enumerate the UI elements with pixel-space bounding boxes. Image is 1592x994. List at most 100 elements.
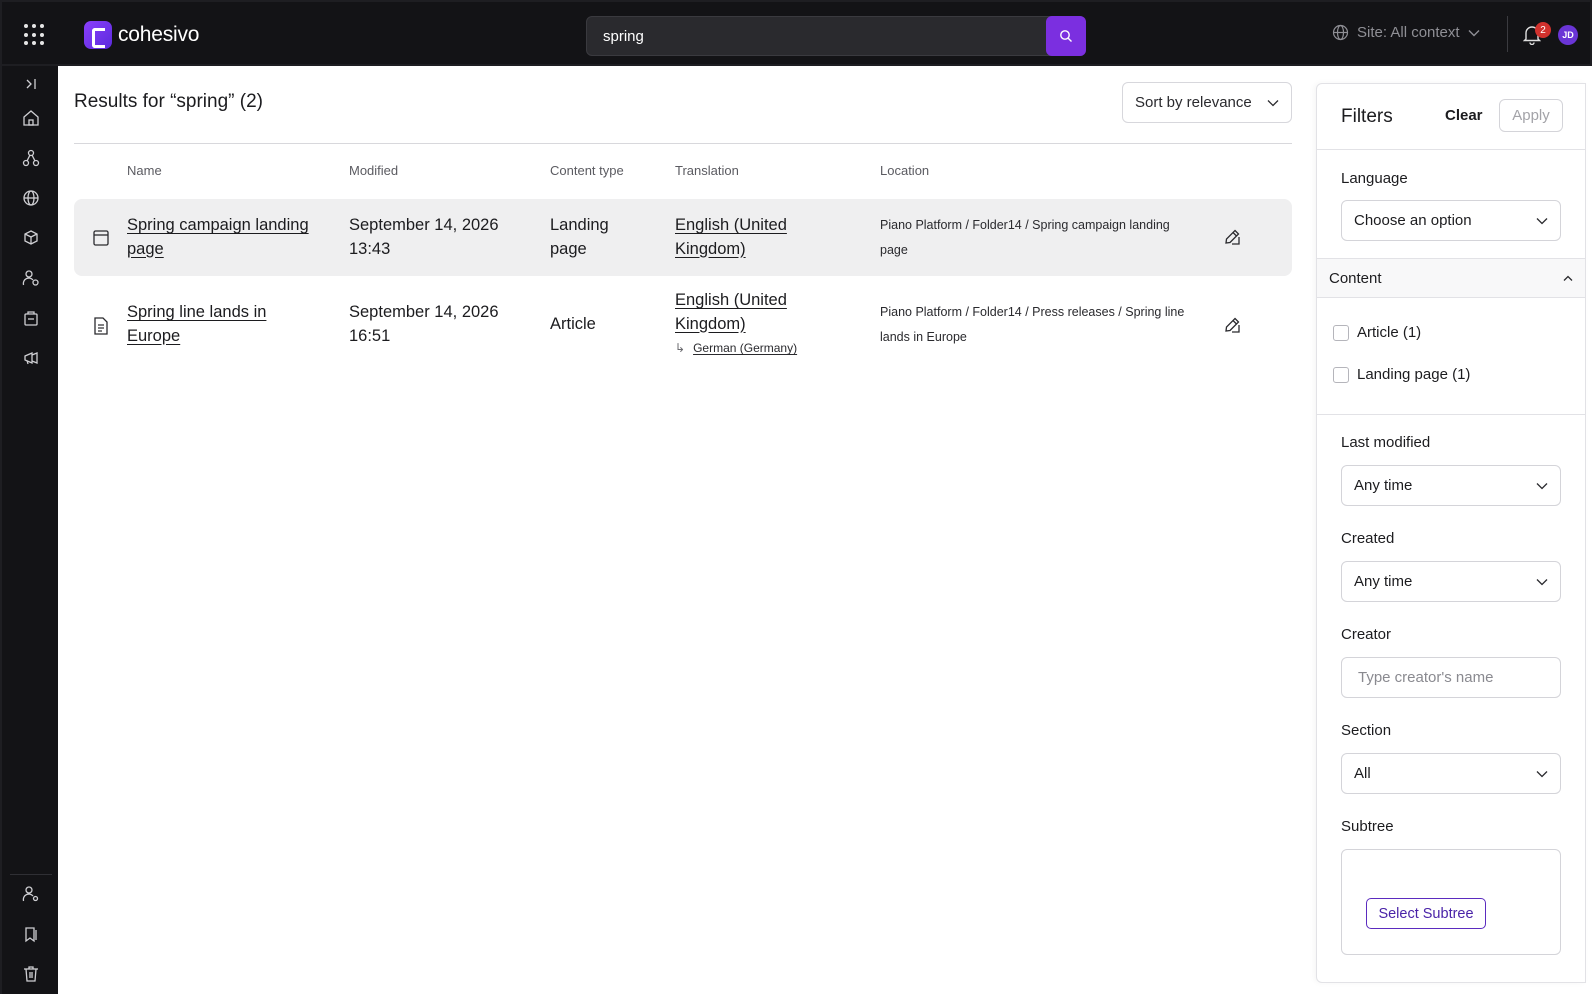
megaphone-icon[interactable] [21,348,41,368]
checkbox[interactable] [1333,366,1349,383]
filters-divider [1317,258,1585,259]
search-button[interactable] [1046,16,1086,56]
app-grid-icon[interactable] [24,24,46,46]
row-name-line: Spring line lands in [127,303,267,321]
subtree-container: Select Subtree [1341,849,1561,955]
column-header-translation[interactable]: Translation [675,163,739,178]
avatar[interactable]: JD [1558,25,1578,45]
row-location-line: lands in Europe [880,330,967,344]
column-header-modified[interactable]: Modified [349,163,398,178]
content-section-label: Content [1329,269,1382,287]
row-translation-line: Kingdom) [675,239,746,258]
search-icon [1060,30,1072,42]
row-modified-date: September 14, 2026 [349,303,499,321]
filters-divider [1317,149,1585,150]
chevron-down-icon [1468,29,1480,36]
checkbox[interactable] [1333,324,1349,341]
logo[interactable]: cohesivo [84,21,199,49]
section-select[interactable]: All [1341,753,1561,794]
personalization-icon[interactable] [21,268,41,288]
landing-page-icon [93,230,109,246]
row-content-type-line: Landing [550,216,609,234]
row-location: Piano Platform / Folder14 / Press releas… [880,300,1200,350]
row-modified-time: 16:51 [349,326,391,345]
top-bar: cohesivo Site: All context 2 JD [0,0,1592,66]
row-translation-link[interactable]: English (United Kingdom) [675,289,787,336]
page-title: Results for “spring” (2) [74,91,263,112]
row-translation-line: Kingdom) [675,314,746,333]
table-row[interactable]: Spring line lands in Europe September 14… [74,286,1292,372]
row-content-type: Article [550,315,596,333]
user-settings-icon[interactable] [21,884,41,904]
section-value: All [1354,765,1371,782]
last-modified-label: Last modified [1341,434,1431,451]
search-bar [586,16,1086,56]
row-location-line: page [880,243,908,257]
clear-filters-button[interactable]: Clear [1445,107,1483,124]
column-header-location[interactable]: Location [880,163,929,178]
main-content: Results for “spring” (2) Sort by relevan… [58,66,1314,994]
last-modified-select[interactable]: Any time [1341,465,1561,506]
row-modified-date: September 14, 2026 [349,216,499,234]
row-modified: September 14, 2026 16:51 [349,301,499,348]
logo-mark-icon [84,21,112,49]
column-header-content-type[interactable]: Content type [550,163,624,178]
header-divider [74,143,1292,144]
logo-text: cohesivo [118,23,200,46]
row-location: Piano Platform / Folder14 / Spring campa… [880,213,1200,263]
creator-label: Creator [1341,626,1392,643]
created-label: Created [1341,530,1395,547]
row-name-line: page [127,239,164,258]
chevron-down-icon [1536,482,1548,489]
content-option-article[interactable]: Article (1) [1333,324,1421,341]
select-subtree-button[interactable]: Select Subtree [1366,898,1486,929]
column-header-name[interactable]: Name [127,163,162,178]
chevron-down-icon [1536,770,1548,777]
row-location-line: Piano Platform / Folder14 / Press releas… [880,305,1185,319]
language-label: Language [1341,170,1408,187]
edit-icon[interactable] [1223,316,1241,334]
edit-icon[interactable] [1223,228,1241,246]
filters-title: Filters [1341,106,1393,127]
filters-panel: Filters Clear Apply Language Choose an o… [1316,83,1586,983]
language-select[interactable]: Choose an option [1341,200,1561,241]
site-context-select[interactable]: Site: All context [1332,24,1480,41]
sort-dropdown[interactable]: Sort by relevance [1122,82,1292,123]
table-row[interactable]: Spring campaign landing page September 1… [74,199,1292,276]
content-option-landing-page[interactable]: Landing page (1) [1333,366,1470,383]
row-translation-link[interactable]: English (United Kingdom) [675,214,787,261]
commerce-icon[interactable] [21,308,41,328]
row-location-line: Piano Platform / Folder14 / Spring campa… [880,218,1170,232]
row-name-link[interactable]: Spring campaign landing page [127,214,327,261]
row-name-link[interactable]: Spring line lands in Europe [127,301,327,348]
globe-icon [1332,24,1349,41]
row-modified: September 14, 2026 13:43 [349,214,499,261]
section-label: Section [1341,722,1392,739]
trash-icon[interactable] [21,964,41,984]
sub-translation: ↳ German (Germany) [675,341,797,355]
sub-translation-link[interactable]: German (Germany) [693,341,797,355]
row-name-line: Europe [127,326,181,345]
created-select[interactable]: Any time [1341,561,1561,602]
search-input[interactable] [603,17,1023,55]
filters-divider [1317,297,1585,298]
content-option-label: Article (1) [1357,324,1422,341]
row-content-type: Landing page [550,214,609,261]
content-section-toggle[interactable]: Content [1317,259,1585,297]
creator-input[interactable] [1341,657,1561,698]
chevron-down-icon [1536,578,1548,585]
sub-translation-arrow-icon: ↳ [675,341,686,355]
apply-filters-button[interactable]: Apply [1499,99,1563,132]
article-icon [94,317,108,335]
chevron-down-icon [1536,217,1548,224]
collapse-sidebar-icon[interactable] [21,74,41,94]
structure-icon[interactable] [21,148,41,168]
row-translation-line: English (United [675,291,787,309]
products-icon[interactable] [21,228,41,248]
globe-icon[interactable] [21,188,41,208]
bookmarks-icon[interactable] [21,924,41,944]
sidebar [0,66,58,994]
row-name-line: Spring campaign landing [127,216,309,234]
home-icon[interactable] [21,108,41,128]
site-context-label: Site: All context [1357,24,1460,41]
